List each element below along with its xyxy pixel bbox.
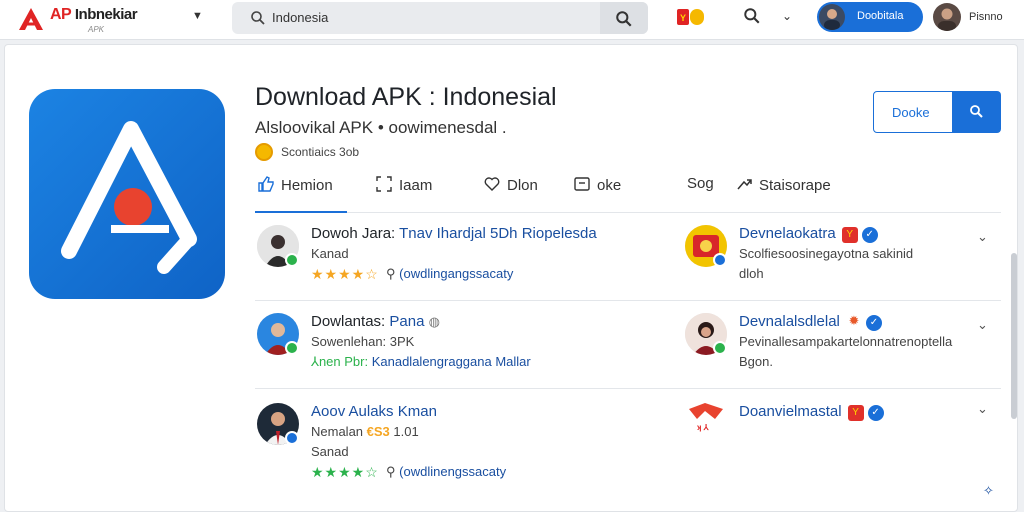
item-title: Devnalalsdlelal ✹ ✓ [739, 313, 882, 331]
list-row: Dowoh Jara: Tnav Ihardjal 5Dh Riopelesda… [255, 213, 1001, 301]
page-title: Download APK : Indonesial [255, 83, 557, 111]
search-submit-icon [616, 11, 632, 27]
avatar [933, 3, 961, 31]
verified-badge [285, 431, 299, 445]
org-icon: Y [841, 227, 858, 243]
item-subtitle: Kanad [311, 246, 349, 261]
account-label: Doobitala [857, 10, 904, 22]
list-item[interactable]: ʞ ⅄ Doanvielmastal Y ✓ [685, 399, 985, 439]
item-title: Dowlantas: Pana ◍ [311, 313, 440, 330]
list-item[interactable]: Devnalalsdlelal ✹ ✓ Pevinallesampakartelon… [685, 313, 985, 379]
share-icon [737, 179, 752, 190]
logo-subtext: APK [88, 25, 105, 34]
verified-badge [713, 253, 727, 267]
site-logo[interactable]: AP Inbnekiar APK [16, 4, 176, 36]
app-meta: Scontiaics 3ob [281, 145, 360, 159]
item-title: Devnelaokatra Y ✓ [739, 225, 878, 243]
tab-dlon[interactable]: Dlon [483, 175, 538, 205]
tab-oke[interactable]: oke [573, 175, 621, 205]
star-rating: ★★★★☆ [311, 266, 379, 282]
chevron-down-icon[interactable]: ⌄ [977, 401, 988, 417]
item-subtitle: Pevinallesampakartelonnatrenoptella [739, 334, 953, 349]
item-meta: ★★★★☆ ⚲ (owdlingangssacaty [311, 266, 514, 282]
list-item[interactable]: Dowoh Jara: Tnav Ihardjal 5Dh Riopelesda… [257, 225, 657, 291]
svg-text:Y: Y [680, 13, 686, 23]
online-badge [713, 341, 727, 355]
profile-menu[interactable]: Pisnno [933, 2, 1023, 32]
app-detail-card: Download APK : Indonesial Alsloovikal AP… [4, 44, 1018, 512]
list-item[interactable]: Aoov Aulaks Kman Nemalan €S3 1.01 Sanad … [257, 403, 657, 489]
download-button-label: Dooke [892, 105, 930, 120]
item-title: Dowoh Jara: Tnav Ihardjal 5Dh Riopelesda [311, 225, 597, 242]
download-button[interactable]: Dooke [873, 91, 953, 133]
search-bar[interactable]: Indonesia [232, 2, 648, 34]
item-rating: ★★★★☆ ⚲ (owdlinengssacaty [311, 464, 507, 480]
online-badge [285, 253, 299, 267]
verified-icon: ✓ [865, 315, 882, 331]
logo-text: AP Inbnekiar [50, 6, 138, 23]
link-icon: ⚲ [386, 266, 396, 281]
page-subtitle: Alsloovikal APK • oowimenesdal . [255, 118, 507, 137]
item-subtitle: Scolfiesoosinegayotna sakinid [739, 246, 914, 261]
badge-icon: ✹ [845, 313, 862, 329]
tab-bar: Hemion Iaam Dlon oke Sog Staisorape [255, 169, 1001, 213]
header-search-icon[interactable] [743, 7, 761, 25]
verified-icon: ✓ [867, 405, 884, 421]
logo-mark-icon [19, 8, 43, 30]
star-rating: ★★★★☆ [311, 464, 379, 480]
svg-text:ʞ ⅄: ʞ ⅄ [697, 423, 710, 432]
verified-icon: ✓ [861, 227, 878, 243]
brand-logo-icon: ʞ ⅄ [689, 403, 723, 432]
language-flag-icon[interactable]: Y [676, 6, 706, 28]
list-item[interactable]: Devnelaokatra Y ✓ Scolfiesoosinegayotna sa… [685, 225, 985, 291]
thumbs-up-icon [258, 176, 274, 192]
pin-icon[interactable]: ✧ [983, 483, 994, 499]
link-icon: ⚲ [386, 464, 396, 479]
item-title: Aoov Aulaks Kman [311, 403, 437, 420]
window-icon [574, 177, 590, 191]
scrollbar[interactable] [1011, 253, 1017, 419]
search-input[interactable]: Indonesia [272, 10, 328, 25]
item-title: Doanvielmastal Y ✓ [739, 403, 884, 421]
search-icon [251, 11, 265, 25]
item-meta: Bgon. [739, 354, 773, 369]
top-bar: AP Inbnekiar APK ▼ Indonesia Y ⌄ Doobita… [0, 0, 1024, 40]
chevron-down-icon[interactable]: ⌄ [782, 9, 792, 23]
chevron-down-icon[interactable]: ⌄ [977, 317, 988, 333]
list-row: Aoov Aulaks Kman Nemalan €S3 1.01 Sanad … [255, 389, 1001, 499]
globe-icon: ◍ [428, 314, 440, 329]
tab-sog[interactable]: Sog [687, 175, 714, 205]
coin-icon [255, 143, 273, 161]
logo-dropdown-icon[interactable]: ▼ [192, 10, 203, 22]
search-submit-button[interactable] [600, 2, 648, 34]
expand-icon [376, 176, 392, 192]
tab-iaam[interactable]: Iaam [375, 175, 432, 205]
quick-search-button[interactable] [953, 91, 1001, 133]
item-meta: ⅄nen Pbr: Kanadlalengraggana Mallar [311, 354, 531, 369]
item-subtitle: Sowenlehan: 3PK [311, 334, 415, 349]
list-item[interactable]: Dowlantas: Pana ◍ Sowenlehan: 3PK ⅄nen P… [257, 313, 657, 379]
list-row: Dowlantas: Pana ◍ Sowenlehan: 3PK ⅄nen P… [255, 301, 1001, 389]
heart-icon [484, 177, 500, 191]
tab-hemion[interactable]: Hemion [255, 175, 347, 213]
avatar [819, 4, 845, 30]
item-meta: dloh [739, 266, 764, 281]
account-button[interactable]: Doobitala [817, 2, 923, 32]
item-meta: Sanad [311, 444, 349, 459]
chevron-down-icon[interactable]: ⌄ [977, 229, 988, 245]
online-badge [285, 341, 299, 355]
org-icon: Y [847, 405, 864, 421]
search-icon [970, 105, 983, 118]
item-subtitle: Nemalan €S3 1.01 [311, 424, 419, 439]
app-icon [29, 89, 225, 299]
profile-label: Pisnno [969, 11, 1003, 23]
tab-staisorape[interactable]: Staisorape [735, 175, 831, 205]
